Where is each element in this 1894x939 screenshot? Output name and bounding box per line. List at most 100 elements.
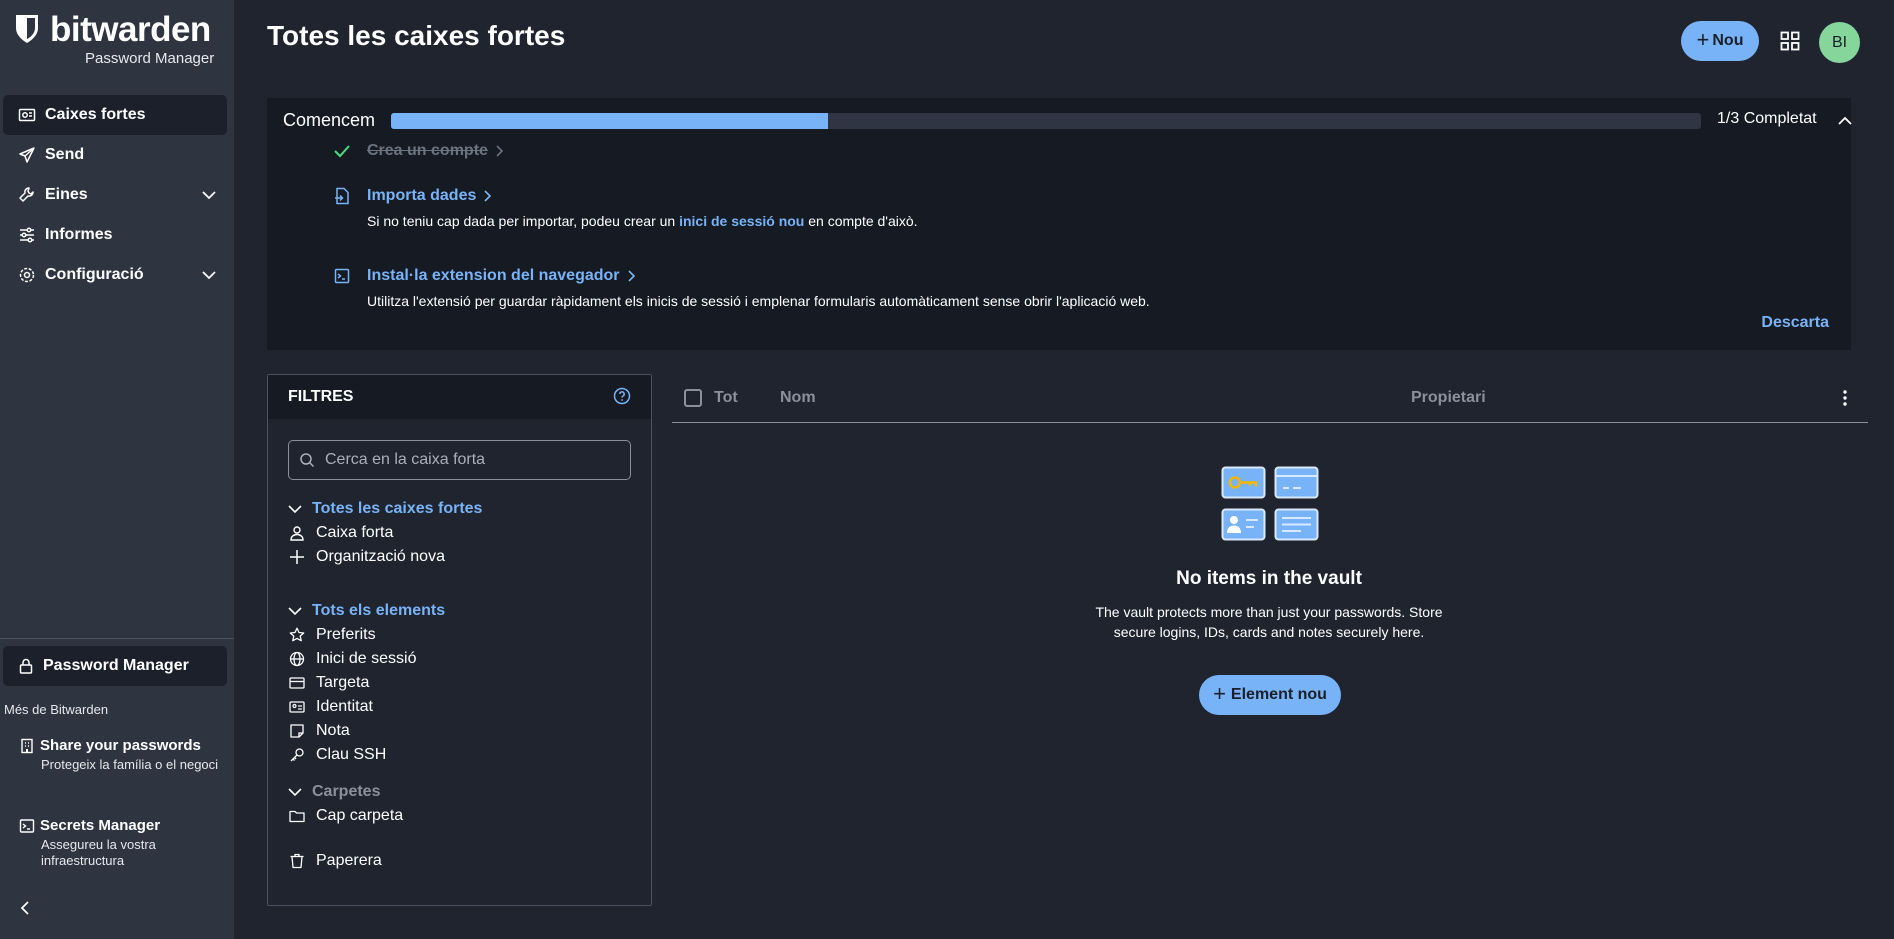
avatar[interactable]: BI	[1819, 22, 1860, 63]
plus-icon	[290, 550, 304, 564]
collapse-sidebar-button[interactable]	[18, 900, 34, 916]
promo-share-passwords[interactable]: Share your passwords Protegeix la famíli…	[19, 737, 219, 773]
sidebar-divider	[0, 638, 234, 639]
sidebar-item-settings[interactable]: Configuració	[3, 255, 227, 295]
kebab-menu-icon	[1843, 390, 1847, 406]
task-description: Si no teniu cap dada per importar, podeu…	[367, 213, 918, 229]
avatar-initials: BI	[1831, 33, 1848, 51]
vault-icon	[18, 108, 36, 122]
types-filter-header[interactable]: Tots els elements	[288, 599, 445, 623]
task-desc-text: Si no teniu cap dada per importar, podeu…	[367, 213, 680, 229]
bitwarden-logo[interactable]: bitwarden Password Manager	[14, 10, 214, 67]
search-input[interactable]	[325, 451, 605, 469]
chevron-down-icon	[288, 505, 302, 514]
credit-card-icon	[289, 677, 305, 689]
sidebar-item-vaults[interactable]: Caixes fortes	[3, 95, 227, 135]
building-icon	[21, 738, 33, 753]
sidebar-nav: Caixes fortes Send Eines Informes Config…	[3, 95, 227, 295]
task-desc-text: en compte d'això.	[804, 213, 918, 229]
filters-panel: FILTRES Totes les caixes fortes Caixa fo…	[267, 374, 652, 906]
more-options-button[interactable]	[1842, 389, 1848, 407]
filters-help-button[interactable]	[613, 387, 631, 405]
filter-item-card[interactable]: Targeta	[288, 671, 445, 695]
items-table-header: Tot Nom Propietari	[672, 380, 1868, 423]
browser-extension-icon	[334, 268, 350, 284]
task-create-account[interactable]: Crea un compte	[333, 142, 504, 160]
new-button-label: Nou	[1712, 32, 1744, 49]
select-all-checkbox[interactable]	[684, 389, 702, 407]
more-from-bitwarden-label: Més de Bitwarden	[4, 702, 109, 717]
import-icon	[335, 187, 349, 205]
filter-item-label: Targeta	[316, 674, 370, 691]
filters-title: FILTRES	[288, 388, 354, 405]
chevron-down-icon	[288, 788, 302, 797]
new-login-link[interactable]: inici de sessió nou	[679, 213, 804, 229]
id-card-icon	[289, 701, 305, 713]
promo-title: Share your passwords	[40, 737, 201, 754]
trash-icon	[290, 853, 304, 869]
dismiss-button[interactable]: Descarta	[1761, 314, 1829, 332]
help-icon	[613, 387, 631, 405]
getting-started-progress	[391, 113, 1701, 129]
new-item-button[interactable]: + Element nou	[1199, 675, 1341, 715]
chevron-up-icon	[1838, 116, 1852, 125]
promo-description: Assegureu la vostra infraestructura	[41, 837, 156, 868]
sidebar-item-label: Eines	[45, 186, 88, 203]
filter-item-ssh-key[interactable]: Clau SSH	[288, 743, 445, 767]
promo-description: Protegeix la família o el negoci	[41, 757, 219, 772]
filter-item-label: Preferits	[316, 626, 376, 643]
chevron-left-icon	[20, 901, 29, 915]
filter-item-identity[interactable]: Identitat	[288, 695, 445, 719]
brand-name: bitwarden	[50, 10, 211, 49]
sidebar-item-tools[interactable]: Eines	[3, 175, 227, 215]
tools-icon	[19, 187, 34, 202]
search-icon	[300, 453, 315, 468]
filter-item-login[interactable]: Inici de sessió	[288, 647, 445, 671]
filter-item-label: Nota	[316, 722, 350, 739]
filter-item-note[interactable]: Nota	[288, 719, 445, 743]
sidebar-item-reports[interactable]: Informes	[3, 215, 227, 255]
product-switcher-label: Password Manager	[43, 657, 189, 674]
filter-item-label: Clau SSH	[316, 746, 387, 763]
trash-filter: Paperera	[288, 849, 382, 873]
filter-item-trash[interactable]: Paperera	[288, 849, 382, 873]
plus-icon: +	[1696, 27, 1710, 52]
sidebar: bitwarden Password Manager Caixes fortes…	[0, 0, 234, 939]
reports-icon	[20, 227, 34, 243]
vaults-filter: Totes les caixes fortes Caixa forta Orga…	[288, 497, 482, 569]
filter-header-label: Carpetes	[312, 783, 381, 800]
column-owner: Propietari	[1411, 389, 1486, 406]
folders-filter-header[interactable]: Carpetes	[288, 780, 403, 804]
search-field[interactable]	[288, 440, 631, 480]
filter-item-my-vault[interactable]: Caixa forta	[288, 521, 482, 545]
filter-header-label: Tots els elements	[312, 602, 446, 619]
getting-started-title: Comencem	[283, 110, 376, 130]
filter-item-label: Organització nova	[316, 548, 445, 565]
filters-header: FILTRES	[268, 375, 651, 419]
filter-item-favorites[interactable]: Preferits	[288, 623, 445, 647]
column-all[interactable]: Tot	[714, 389, 738, 407]
key-icon	[290, 748, 304, 762]
vaults-filter-header[interactable]: Totes les caixes fortes	[288, 497, 482, 521]
new-button[interactable]: + Nou	[1681, 21, 1759, 61]
filter-item-label: Caixa forta	[316, 524, 394, 541]
product-switcher-password-manager[interactable]: Password Manager	[3, 646, 227, 686]
product-switcher-button[interactable]	[1780, 31, 1800, 51]
check-icon	[334, 145, 350, 158]
filter-item-no-folder[interactable]: Cap carpeta	[288, 804, 403, 828]
getting-started-panel: Comencem 1/3 Completat Crea un compte Im…	[267, 98, 1853, 350]
plus-icon: +	[1213, 681, 1226, 706]
getting-started-count: 1/3 Completat	[1717, 110, 1817, 127]
chevron-right-icon	[484, 190, 492, 202]
sidebar-item-label: Informes	[45, 226, 113, 243]
promo-secrets-manager[interactable]: Secrets Manager Assegureu la vostra infr…	[19, 817, 219, 869]
task-import-data[interactable]: Importa dades Si no teniu cap dada per i…	[333, 187, 918, 229]
collapse-getting-started-button[interactable]	[1837, 116, 1853, 126]
task-title: Crea un compte	[367, 142, 488, 159]
page-title: Totes les caixes fortes	[267, 20, 566, 51]
empty-state-title: No items in the vault	[1176, 568, 1362, 589]
task-install-extension[interactable]: Instal·la extension del navegador Utilit…	[333, 267, 1150, 309]
filter-item-new-organization[interactable]: Organització nova	[288, 545, 482, 569]
send-icon	[19, 147, 35, 163]
sidebar-item-send[interactable]: Send	[3, 135, 227, 175]
